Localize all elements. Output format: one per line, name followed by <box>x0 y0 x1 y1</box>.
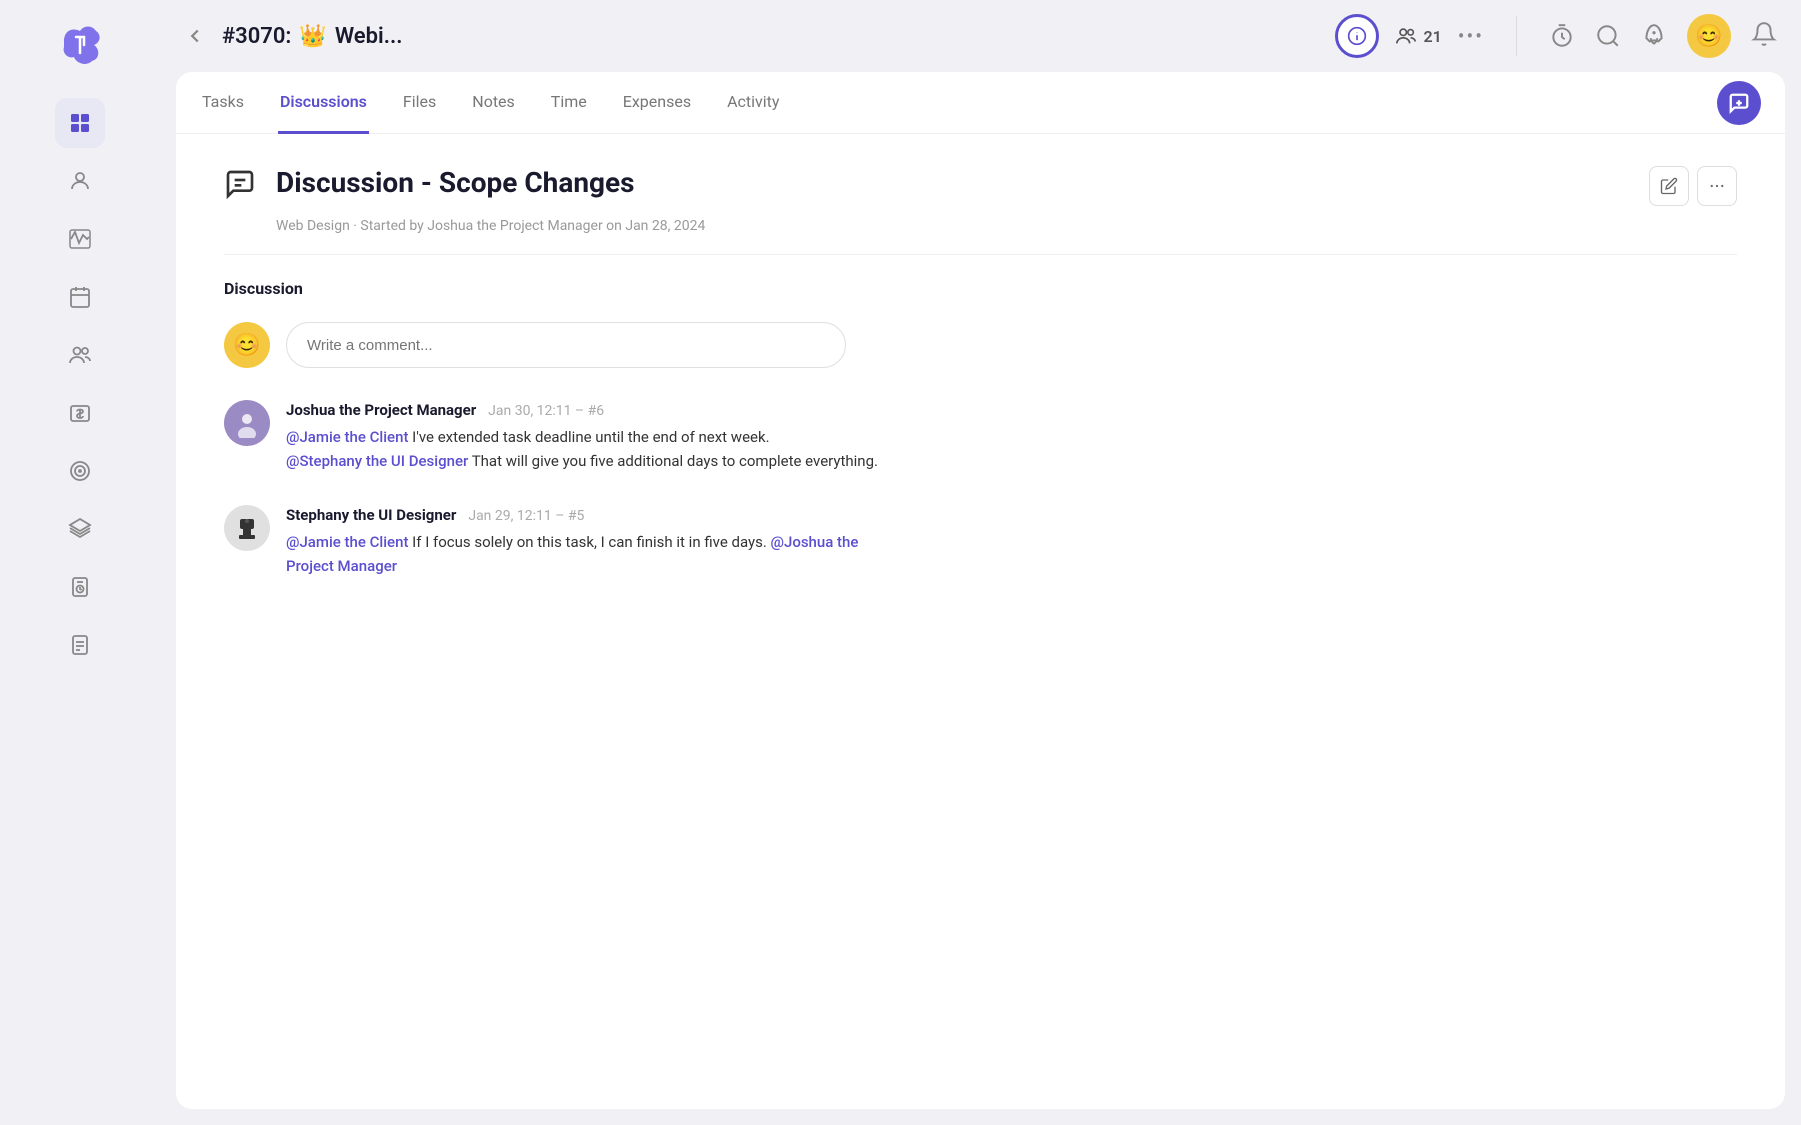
back-button[interactable] <box>184 25 206 47</box>
sidebar-item-report[interactable] <box>55 620 105 670</box>
sidebar-item-dollar[interactable] <box>55 388 105 438</box>
discussion-header: Discussion - Scope Changes <box>224 166 1737 206</box>
mention-jamie: @Jamie the Client <box>286 428 408 446</box>
sidebar <box>0 0 160 1125</box>
joshua-avatar <box>224 400 270 446</box>
main-area: #3070: 👑 Webi... 21 ••• <box>160 0 1801 1125</box>
members-button[interactable]: 21 <box>1395 25 1441 47</box>
members-count: 21 <box>1423 27 1441 46</box>
comment-text-stephany: @Jamie the Client If I focus solely on t… <box>286 530 1737 578</box>
sidebar-item-calendar[interactable] <box>55 272 105 322</box>
mention-stephany: @Stephany the UI Designer <box>286 452 468 470</box>
comment-meta-joshua: Joshua the Project Manager Jan 30, 12:11… <box>286 400 1737 419</box>
comment-line2-text: That will give you five additional days … <box>468 452 878 470</box>
edit-discussion-button[interactable] <box>1649 166 1689 206</box>
discussion-title: Discussion - Scope Changes <box>276 166 1649 199</box>
tab-notes[interactable]: Notes <box>470 72 517 134</box>
more-options-button[interactable]: ••• <box>1458 24 1484 48</box>
comment-text-joshua: @Jamie the Client I've extended task dea… <box>286 425 1737 473</box>
comment-timestamp-joshua: Jan 30, 12:11 – #6 <box>488 403 604 419</box>
project-number: #3070: <box>222 24 291 49</box>
topbar: #3070: 👑 Webi... 21 ••• <box>160 0 1801 72</box>
comment-stephany: Stephany the UI Designer Jan 29, 12:11 –… <box>224 505 1737 578</box>
new-discussion-button[interactable] <box>1717 81 1761 125</box>
app-logo <box>55 20 105 70</box>
comment-stephany-text: If I focus solely on this task, I can fi… <box>408 533 770 551</box>
mention-jamie-2: @Jamie the Client <box>286 533 408 551</box>
discussion-section-label: Discussion <box>224 279 1737 298</box>
tab-expenses[interactable]: Expenses <box>621 72 693 134</box>
content-wrapper: Tasks Discussions Files Notes Time Expen… <box>176 72 1785 1109</box>
topbar-actions: 😊 <box>1549 14 1777 58</box>
comment-line1-text: I've extended task deadline until the en… <box>408 428 769 446</box>
discussion-meta: Web Design · Started by Joshua the Proje… <box>276 218 1737 234</box>
current-user-avatar: 😊 <box>224 322 270 368</box>
comment-input[interactable] <box>286 322 846 368</box>
comment-input-row: 😊 <box>224 322 1737 368</box>
tab-tasks[interactable]: Tasks <box>200 72 246 134</box>
sidebar-item-target[interactable] <box>55 446 105 496</box>
rocket-icon[interactable] <box>1641 23 1667 49</box>
comment-body-joshua: Joshua the Project Manager Jan 30, 12:11… <box>286 400 1737 473</box>
comment-body-stephany: Stephany the UI Designer Jan 29, 12:11 –… <box>286 505 1737 578</box>
search-icon[interactable] <box>1595 23 1621 49</box>
stephany-avatar <box>224 505 270 551</box>
sidebar-item-activity[interactable] <box>55 214 105 264</box>
sidebar-item-person[interactable] <box>55 156 105 206</box>
sidebar-item-team[interactable] <box>55 330 105 380</box>
project-name: Webi... <box>335 24 403 49</box>
sidebar-item-clipboard-clock[interactable] <box>55 562 105 612</box>
discussion-actions <box>1649 166 1737 206</box>
topbar-divider <box>1516 16 1517 56</box>
comment-username-joshua: Joshua the Project Manager <box>286 401 476 419</box>
tab-discussions[interactable]: Discussions <box>278 72 369 134</box>
discussion-divider <box>224 254 1737 255</box>
comment-joshua: Joshua the Project Manager Jan 30, 12:11… <box>224 400 1737 473</box>
more-discussion-button[interactable] <box>1697 166 1737 206</box>
tab-time[interactable]: Time <box>549 72 589 134</box>
user-avatar[interactable]: 😊 <box>1687 14 1731 58</box>
tab-files[interactable]: Files <box>401 72 438 134</box>
sidebar-item-layers[interactable] <box>55 504 105 554</box>
sidebar-item-grid[interactable] <box>55 98 105 148</box>
comment-username-stephany: Stephany the UI Designer <box>286 506 456 524</box>
notification-bell[interactable] <box>1751 21 1777 51</box>
tabs-bar: Tasks Discussions Files Notes Time Expen… <box>176 72 1785 134</box>
timer-icon[interactable] <box>1549 23 1575 49</box>
discussion-icon <box>224 166 260 202</box>
comment-meta-stephany: Stephany the UI Designer Jan 29, 12:11 –… <box>286 505 1737 524</box>
discussion-content: Discussion - Scope Changes <box>176 134 1785 1109</box>
project-crown: 👑 <box>299 24 326 49</box>
info-button[interactable] <box>1335 14 1379 58</box>
project-title: #3070: 👑 Webi... <box>222 24 1319 49</box>
comment-timestamp-stephany: Jan 29, 12:11 – #5 <box>468 508 584 524</box>
tab-activity[interactable]: Activity <box>725 72 781 134</box>
